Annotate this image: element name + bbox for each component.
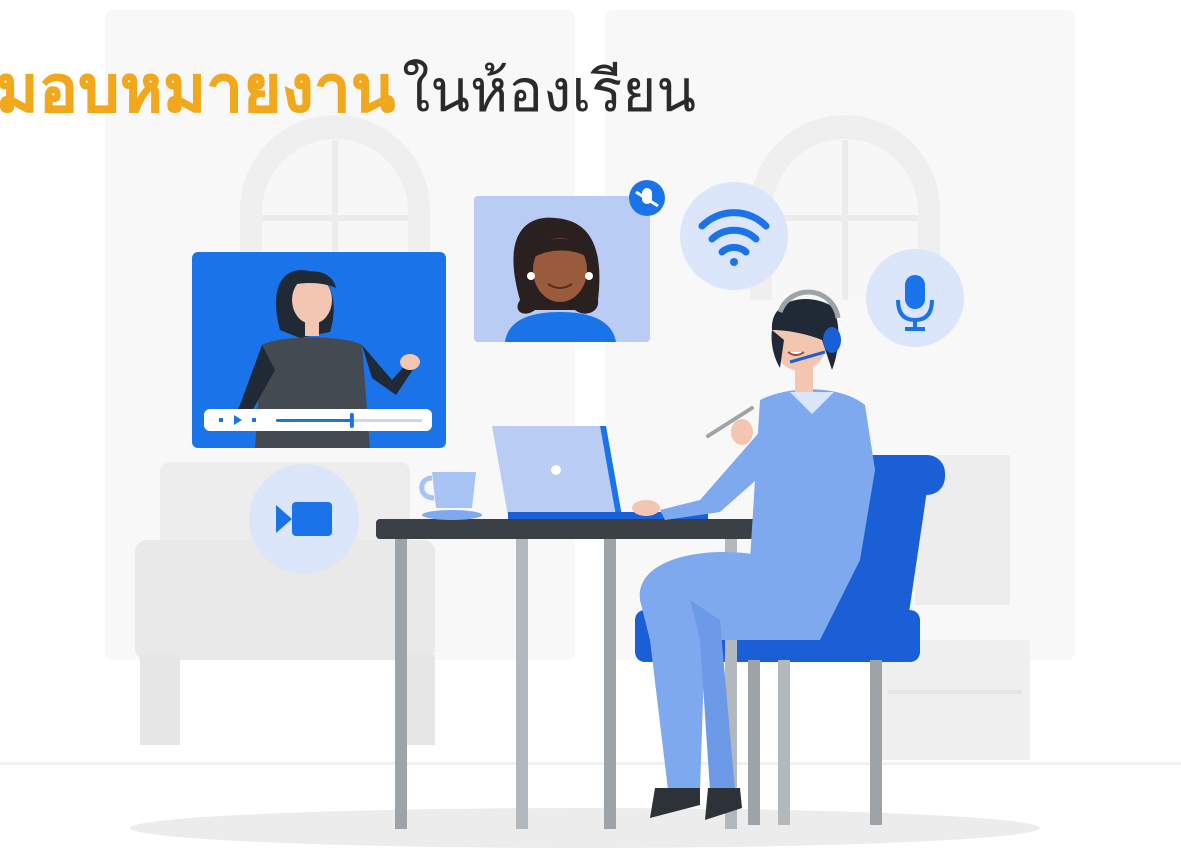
wifi-icon — [680, 182, 788, 290]
video-lesson-card[interactable] — [192, 252, 446, 448]
video-progress-fill — [276, 419, 352, 422]
coffee-cup — [419, 472, 482, 520]
title-rest: ในห้องเรียน — [402, 57, 696, 125]
video-camera-icon[interactable] — [249, 464, 359, 574]
video-progress-handle[interactable] — [349, 413, 354, 428]
muted-microphone-icon[interactable] — [629, 180, 665, 216]
participant-video-card[interactable] — [474, 196, 650, 342]
microphone-icon[interactable] — [866, 249, 964, 347]
title-highlight: มอบหมายงาน — [0, 53, 396, 128]
page-title: มอบหมายงาน ในห้องเรียน — [0, 40, 696, 140]
